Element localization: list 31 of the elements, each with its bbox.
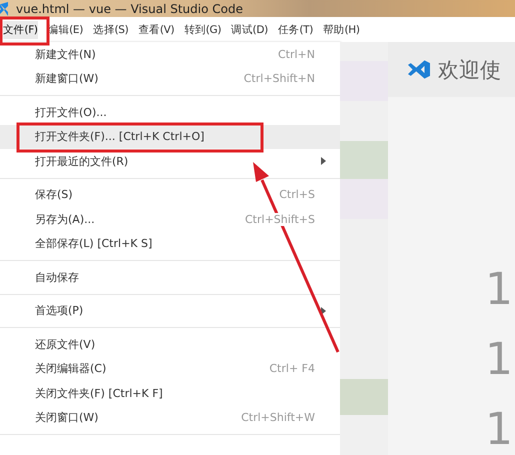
menu-item[interactable]: 转到(G) [184,20,222,38]
menu-entry[interactable]: 关闭文件夹(F) [Ctrl+K F] [0,381,340,406]
menu-entry[interactable]: 打开文件夹(F)... [Ctrl+K Ctrl+O] [0,124,340,149]
highlight-frame [0,16,50,46]
window-title: vue.html — vue — Visual Studio Code [16,2,243,16]
line-number: 1 [485,405,514,455]
menu-entry[interactable]: 打开文件(O)... [0,100,340,124]
menu-entry[interactable]: 首选项(P) [0,298,340,323]
menu-entry[interactable]: 另存为(A)... Ctrl+Shift+S [0,207,340,232]
editor-tab[interactable]: 欢迎使 [388,56,501,84]
menu-entry[interactable]: 保存(S) Ctrl+S [0,182,340,207]
menu-entry[interactable]: 新建文件(N) Ctrl+N [0,42,340,66]
highlight-band [340,141,388,179]
menu-item[interactable]: 查看(V) [138,20,174,38]
menu-entry[interactable]: 关闭编辑器(C) Ctrl+ F4 [0,356,340,381]
menu-entry[interactable]: 关闭窗口(W) Ctrl+Shift+W [0,406,340,430]
menu-item[interactable]: 帮助(H) [323,20,360,38]
menu-item[interactable]: 调试(D) [231,20,268,38]
menu-item[interactable]: 选择(S) [93,20,128,38]
menu-entry[interactable]: 全部保存(L) [Ctrl+K S] [0,232,340,256]
menu-item[interactable]: 任务(T) [278,20,314,38]
app-logo-icon [0,2,8,16]
menu-entry[interactable]: 打开最近的文件(R) [0,149,340,174]
line-number: 1 [485,265,514,315]
line-number: 1 [485,335,514,385]
menu-entry[interactable]: 还原文件(V) [0,332,340,356]
menu-entry[interactable]: 新建窗口(W) Ctrl+Shift+N [0,66,340,91]
menu-entry[interactable]: 自动保存 [0,265,340,290]
highlight-band [340,379,388,415]
menu-item[interactable]: 文件(F) [3,20,38,38]
logo-icon [408,60,430,79]
